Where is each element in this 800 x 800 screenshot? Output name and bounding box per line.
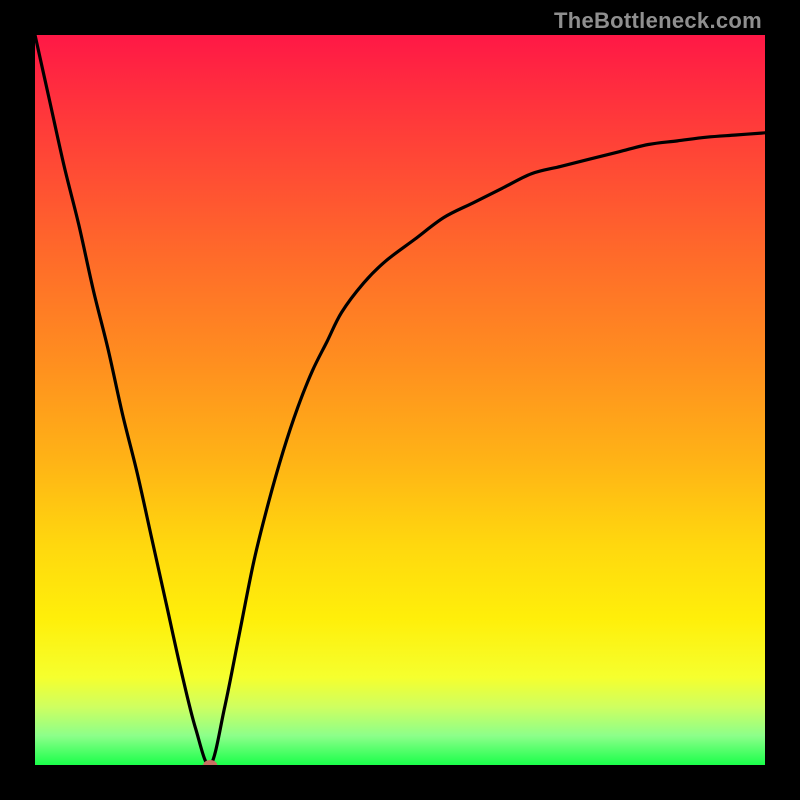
curve-layer: [35, 35, 765, 765]
plot-area: [35, 35, 765, 765]
watermark-text: TheBottleneck.com: [554, 8, 762, 34]
chart-frame: TheBottleneck.com: [0, 0, 800, 800]
bottleneck-curve: [35, 35, 765, 765]
